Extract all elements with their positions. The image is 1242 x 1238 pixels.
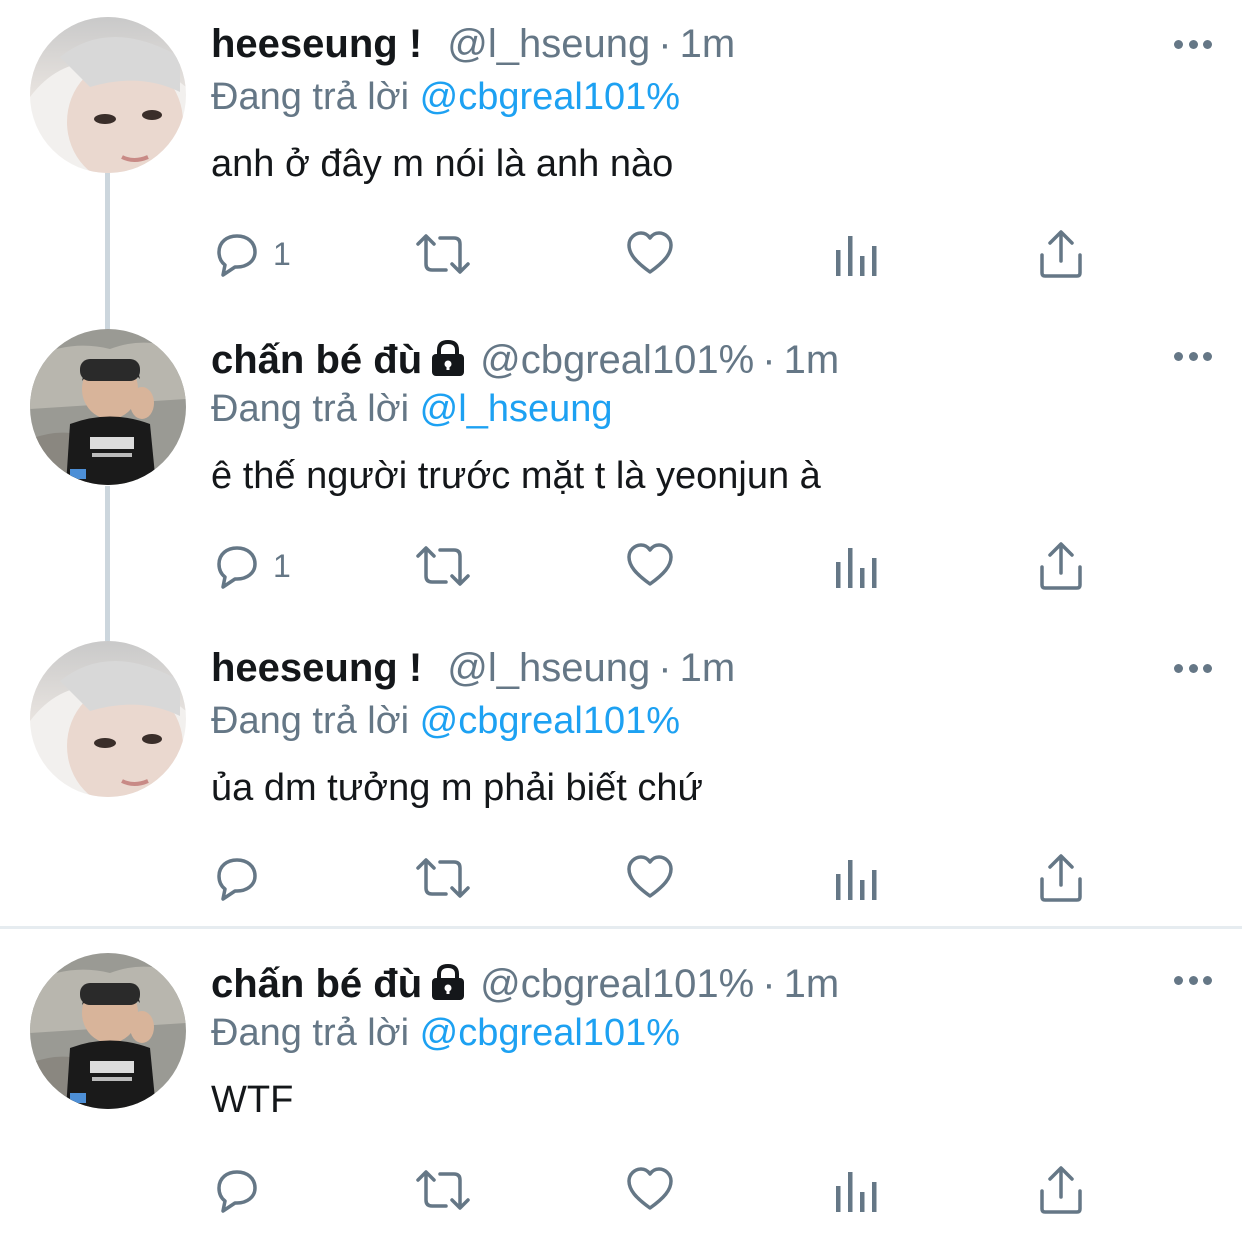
analytics-button[interactable]	[834, 1165, 878, 1215]
tweet-text: ủa dm tưởng m phải biết chứ	[211, 767, 703, 809]
retweet-icon	[416, 234, 470, 274]
analytics-button[interactable]	[834, 229, 878, 279]
replying-to: Đang trả lời @cbgreal101%	[211, 1006, 680, 1060]
avatar-cbgreal[interactable]	[30, 953, 186, 1109]
replying-to-label: Đang trả lời	[211, 700, 410, 742]
reply-icon	[217, 858, 257, 901]
tweet[interactable]: heeseung ! @l_hseung · 1m Đang trả lời @cb…	[0, 0, 1242, 312]
replying-to-label: Đang trả lời	[211, 1012, 410, 1054]
tweet[interactable]: heeseung ! @l_hseung · 1m Đang trả lời @cb…	[0, 624, 1242, 926]
more-options-icon[interactable]	[1174, 350, 1212, 362]
replying-to-link[interactable]: @l_hseung	[420, 388, 613, 430]
reply-icon	[217, 546, 257, 589]
heart-icon	[627, 543, 673, 586]
retweet-button[interactable]	[414, 541, 472, 591]
user-handle[interactable]: @l_hseung	[447, 646, 650, 690]
timestamp[interactable]: 1m	[784, 338, 840, 382]
share-icon	[1040, 1166, 1082, 1214]
replying-to-link[interactable]: @cbgreal101%	[420, 76, 680, 118]
like-button[interactable]	[626, 1165, 674, 1215]
display-name[interactable]: chấn bé đù	[211, 338, 422, 382]
tweet-text: ê thế người trước mặt t là yeonjun à	[211, 455, 821, 497]
tweet-header: heeseung ! @l_hseung · 1m	[211, 640, 735, 696]
more-options-icon[interactable]	[1174, 38, 1212, 50]
tweet[interactable]: chấn bé đù @cbgreal101% · 1m Đang trả lời @…	[0, 312, 1242, 624]
reply-icon	[217, 1170, 257, 1213]
reply-count: 1	[273, 548, 291, 584]
tweet[interactable]: chấn bé đù @cbgreal101% · 1m Đang trả lời @…	[0, 936, 1242, 1238]
retweet-icon	[416, 546, 470, 586]
tweet-header: chấn bé đù @cbgreal101% · 1m	[211, 332, 839, 388]
timestamp[interactable]: 1m	[784, 962, 840, 1006]
user-handle[interactable]: @l_hseung	[447, 22, 650, 66]
avatar-heeseung[interactable]	[30, 641, 186, 797]
tweet-header: heeseung ! @l_hseung · 1m	[211, 16, 735, 72]
share-icon	[1040, 542, 1082, 590]
replying-to-label: Đang trả lời	[211, 388, 410, 430]
share-icon	[1040, 854, 1082, 902]
more-options-icon[interactable]	[1174, 662, 1212, 674]
retweet-icon	[416, 1170, 470, 1210]
heart-icon	[627, 855, 673, 898]
share-icon	[1040, 230, 1082, 278]
analytics-icon	[836, 548, 877, 588]
reply-icon	[217, 234, 257, 277]
replying-to: Đang trả lời @l_hseung	[211, 382, 613, 436]
like-button[interactable]	[626, 229, 674, 279]
like-button[interactable]	[626, 853, 674, 903]
share-button[interactable]	[1038, 1165, 1084, 1215]
display-name[interactable]: heeseung !	[211, 646, 422, 690]
thread-divider	[0, 926, 1242, 929]
retweet-icon	[416, 858, 470, 898]
replying-to-link[interactable]: @cbgreal101%	[420, 700, 680, 742]
replying-to-link[interactable]: @cbgreal101%	[420, 1012, 680, 1054]
user-handle[interactable]: @cbgreal101%	[480, 962, 754, 1006]
tweet-text: WTF	[211, 1079, 294, 1121]
analytics-icon	[836, 236, 877, 276]
reply-button[interactable]	[213, 1165, 273, 1215]
display-name[interactable]: heeseung !	[211, 22, 422, 66]
retweet-button[interactable]	[414, 1165, 472, 1215]
avatar-heeseung[interactable]	[30, 17, 186, 173]
reply-button[interactable]: 1	[213, 541, 291, 591]
analytics-button[interactable]	[834, 853, 878, 903]
separator-dot: ·	[658, 22, 672, 66]
heart-icon	[627, 231, 673, 274]
reply-count: 1	[273, 236, 291, 272]
analytics-button[interactable]	[834, 541, 878, 591]
retweet-button[interactable]	[414, 229, 472, 279]
analytics-icon	[836, 860, 877, 900]
replying-to: Đang trả lời @cbgreal101%	[211, 70, 680, 124]
share-button[interactable]	[1038, 229, 1084, 279]
share-button[interactable]	[1038, 853, 1084, 903]
reply-button[interactable]: 1	[213, 229, 291, 279]
separator-dot: ·	[762, 962, 776, 1006]
timestamp[interactable]: 1m	[680, 22, 736, 66]
timestamp[interactable]: 1m	[680, 646, 736, 690]
tweet-text: anh ở đây m nói là anh nào	[211, 143, 674, 185]
user-handle[interactable]: @cbgreal101%	[480, 338, 754, 382]
share-button[interactable]	[1038, 541, 1084, 591]
like-button[interactable]	[626, 541, 674, 591]
separator-dot: ·	[658, 646, 672, 690]
retweet-button[interactable]	[414, 853, 472, 903]
heart-icon	[627, 1167, 673, 1210]
tweet-header: chấn bé đù @cbgreal101% · 1m	[211, 956, 839, 1012]
reply-button[interactable]	[213, 853, 273, 903]
separator-dot: ·	[762, 338, 776, 382]
replying-to-label: Đang trả lời	[211, 76, 410, 118]
replying-to: Đang trả lời @cbgreal101%	[211, 694, 680, 748]
avatar-cbgreal[interactable]	[30, 329, 186, 485]
analytics-icon	[836, 1172, 877, 1212]
more-options-icon[interactable]	[1174, 974, 1212, 986]
display-name[interactable]: chấn bé đù	[211, 962, 422, 1006]
